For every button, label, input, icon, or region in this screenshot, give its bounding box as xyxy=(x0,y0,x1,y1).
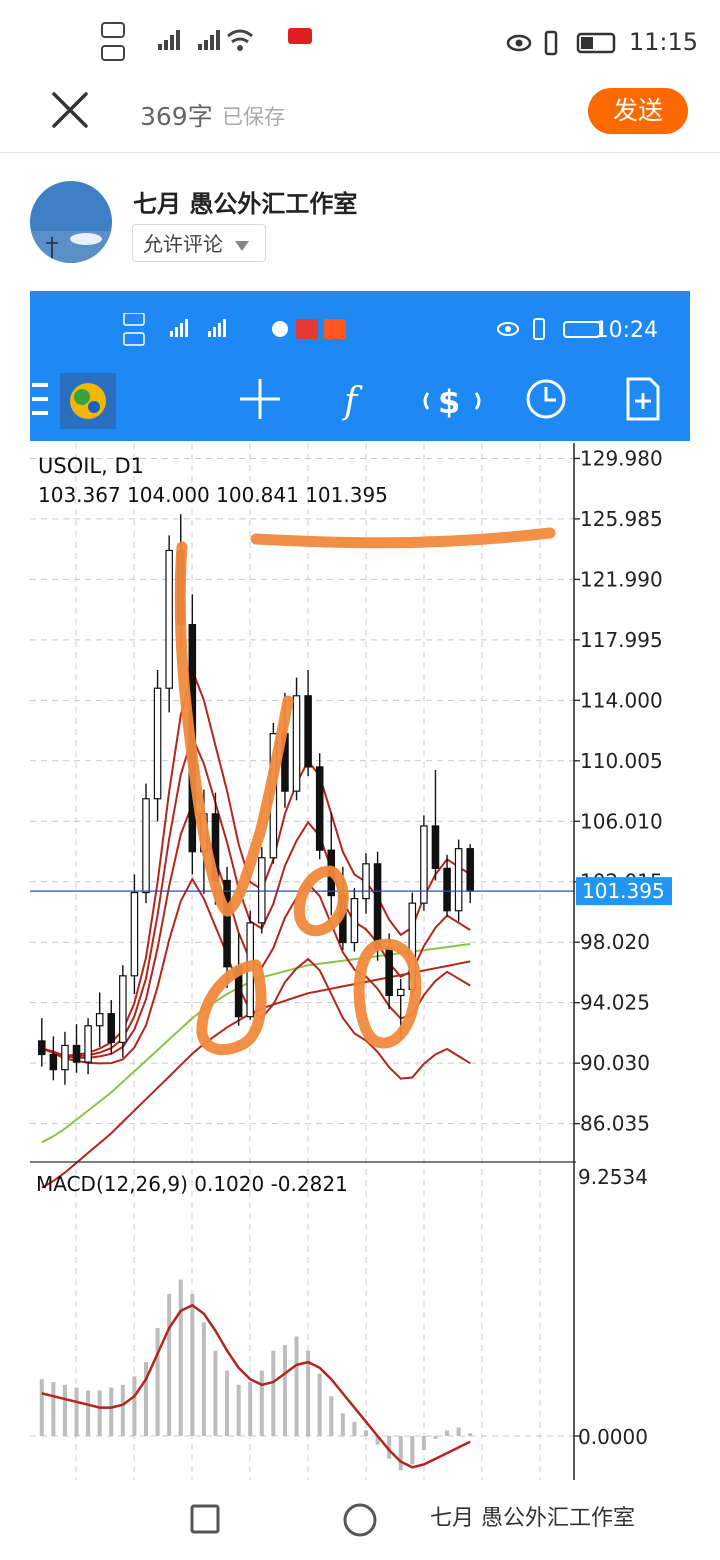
annotation-top-line xyxy=(250,527,556,549)
candle-body xyxy=(396,988,405,997)
current-price-tag-text: 101.395 xyxy=(582,879,665,903)
candle-body xyxy=(454,848,463,912)
avatar[interactable] xyxy=(30,181,112,263)
candle-body xyxy=(223,879,231,968)
send-button[interactable]: 发送 xyxy=(588,88,688,134)
macd-signal-path xyxy=(41,1303,471,1469)
candle-body xyxy=(373,863,382,950)
mt-toolbar: 10:24 f $ xyxy=(30,291,690,441)
candle-body xyxy=(315,766,324,851)
trade-dollar-icon[interactable]: $ xyxy=(423,383,481,421)
dropdown-triangle-icon xyxy=(235,241,250,251)
editor-top-bar: 369字 已保存 发送 xyxy=(0,80,720,153)
embedded-screenshot[interactable]: 10:24 f $ 129.980 125.985 121.990 117.995 11… xyxy=(30,291,690,1480)
chart-symbol-label: USOIL, D1 xyxy=(38,454,144,478)
price-axis-ticks: 129.980 125.985 121.990 117.995 114.000 110.0… xyxy=(574,446,663,1136)
system-icons xyxy=(506,30,616,56)
svg-text:f: f xyxy=(341,381,363,422)
candle-body xyxy=(304,695,312,768)
watermark-author: 七月 愚公外汇工作室 xyxy=(430,1506,635,1531)
price-tick-label: 90.030 xyxy=(580,1051,650,1075)
candle-body xyxy=(49,1053,58,1071)
macd-zero-value: 0.0000 xyxy=(578,1425,648,1449)
candle-body xyxy=(95,1013,104,1027)
close-icon[interactable] xyxy=(52,92,88,128)
chart-ohlc-label: 103.367 104.000 100.841 101.395 xyxy=(38,483,388,507)
candle-body xyxy=(350,898,359,944)
recent-apps-icon[interactable] xyxy=(190,1504,222,1536)
price-tick-label: 117.995 xyxy=(580,628,663,652)
mt-system-icons xyxy=(497,318,601,340)
macd-signal-line xyxy=(41,1303,471,1469)
price-tick-label: 114.000 xyxy=(580,688,663,712)
save-status: 已保存 xyxy=(222,105,285,129)
candle-body xyxy=(61,1044,69,1071)
candle-body xyxy=(165,549,173,689)
hand-drawn-annotations xyxy=(174,527,556,1055)
home-icon[interactable] xyxy=(342,1502,378,1538)
indicator-function-icon[interactable]: f xyxy=(341,381,363,422)
price-tick-label: 94.025 xyxy=(580,991,650,1015)
network-status-icons xyxy=(101,22,312,61)
timeframe-clock-icon[interactable] xyxy=(526,379,566,419)
candle-body xyxy=(72,1044,81,1063)
candle-body xyxy=(466,848,474,892)
comment-permission-select[interactable]: 允许评论 xyxy=(132,224,266,262)
candle-body xyxy=(362,863,370,900)
macd-top-value: 9.2534 xyxy=(578,1165,648,1189)
candle-body xyxy=(130,891,139,977)
candle-body xyxy=(142,798,150,894)
candle-body xyxy=(431,825,440,869)
price-tick-label: 121.990 xyxy=(580,567,663,591)
candle-body xyxy=(153,687,162,800)
candle-body xyxy=(258,857,266,924)
price-tick-label: 106.010 xyxy=(580,809,663,833)
status-bar: 11:15 xyxy=(0,0,720,80)
word-count: 369字 xyxy=(140,102,213,131)
menu-icon[interactable] xyxy=(32,383,48,415)
crosshair-icon[interactable] xyxy=(240,379,280,419)
price-tick-label: 125.985 xyxy=(580,507,663,531)
new-document-icon[interactable] xyxy=(626,377,660,421)
price-tick-label: 129.980 xyxy=(580,446,663,470)
chart-grid xyxy=(30,443,574,1480)
macd-histogram xyxy=(39,1279,473,1471)
metatrader-logo-icon xyxy=(60,373,116,429)
macd-header-label: MACD(12,26,9) 0.1020 -0.2821 xyxy=(36,1172,348,1196)
candle-body xyxy=(292,695,301,792)
price-tick-label: 86.035 xyxy=(580,1112,650,1136)
mt-status-icons xyxy=(123,313,346,346)
author-name: 七月 愚公外汇工作室 xyxy=(133,190,358,218)
candle-body xyxy=(38,1040,46,1056)
moving-average-lines xyxy=(41,666,471,1189)
status-time: 11:15 xyxy=(628,28,698,56)
mt-toolbar-icons: f $ xyxy=(32,373,660,429)
price-chart[interactable]: 129.980 125.985 121.990 117.995 114.000 110.0… xyxy=(30,443,690,1480)
svg-text:$: $ xyxy=(438,383,460,421)
candle-body xyxy=(84,1025,92,1063)
comment-permission-label: 允许评论 xyxy=(143,232,223,256)
mt-status-time: 10:24 xyxy=(594,318,658,343)
candle-body xyxy=(107,1013,116,1044)
candle-body xyxy=(443,867,451,912)
price-tick-label: 110.005 xyxy=(580,749,663,773)
candle-body xyxy=(385,947,393,997)
price-tick-label: 98.020 xyxy=(580,930,650,954)
candle-body xyxy=(119,975,127,1044)
